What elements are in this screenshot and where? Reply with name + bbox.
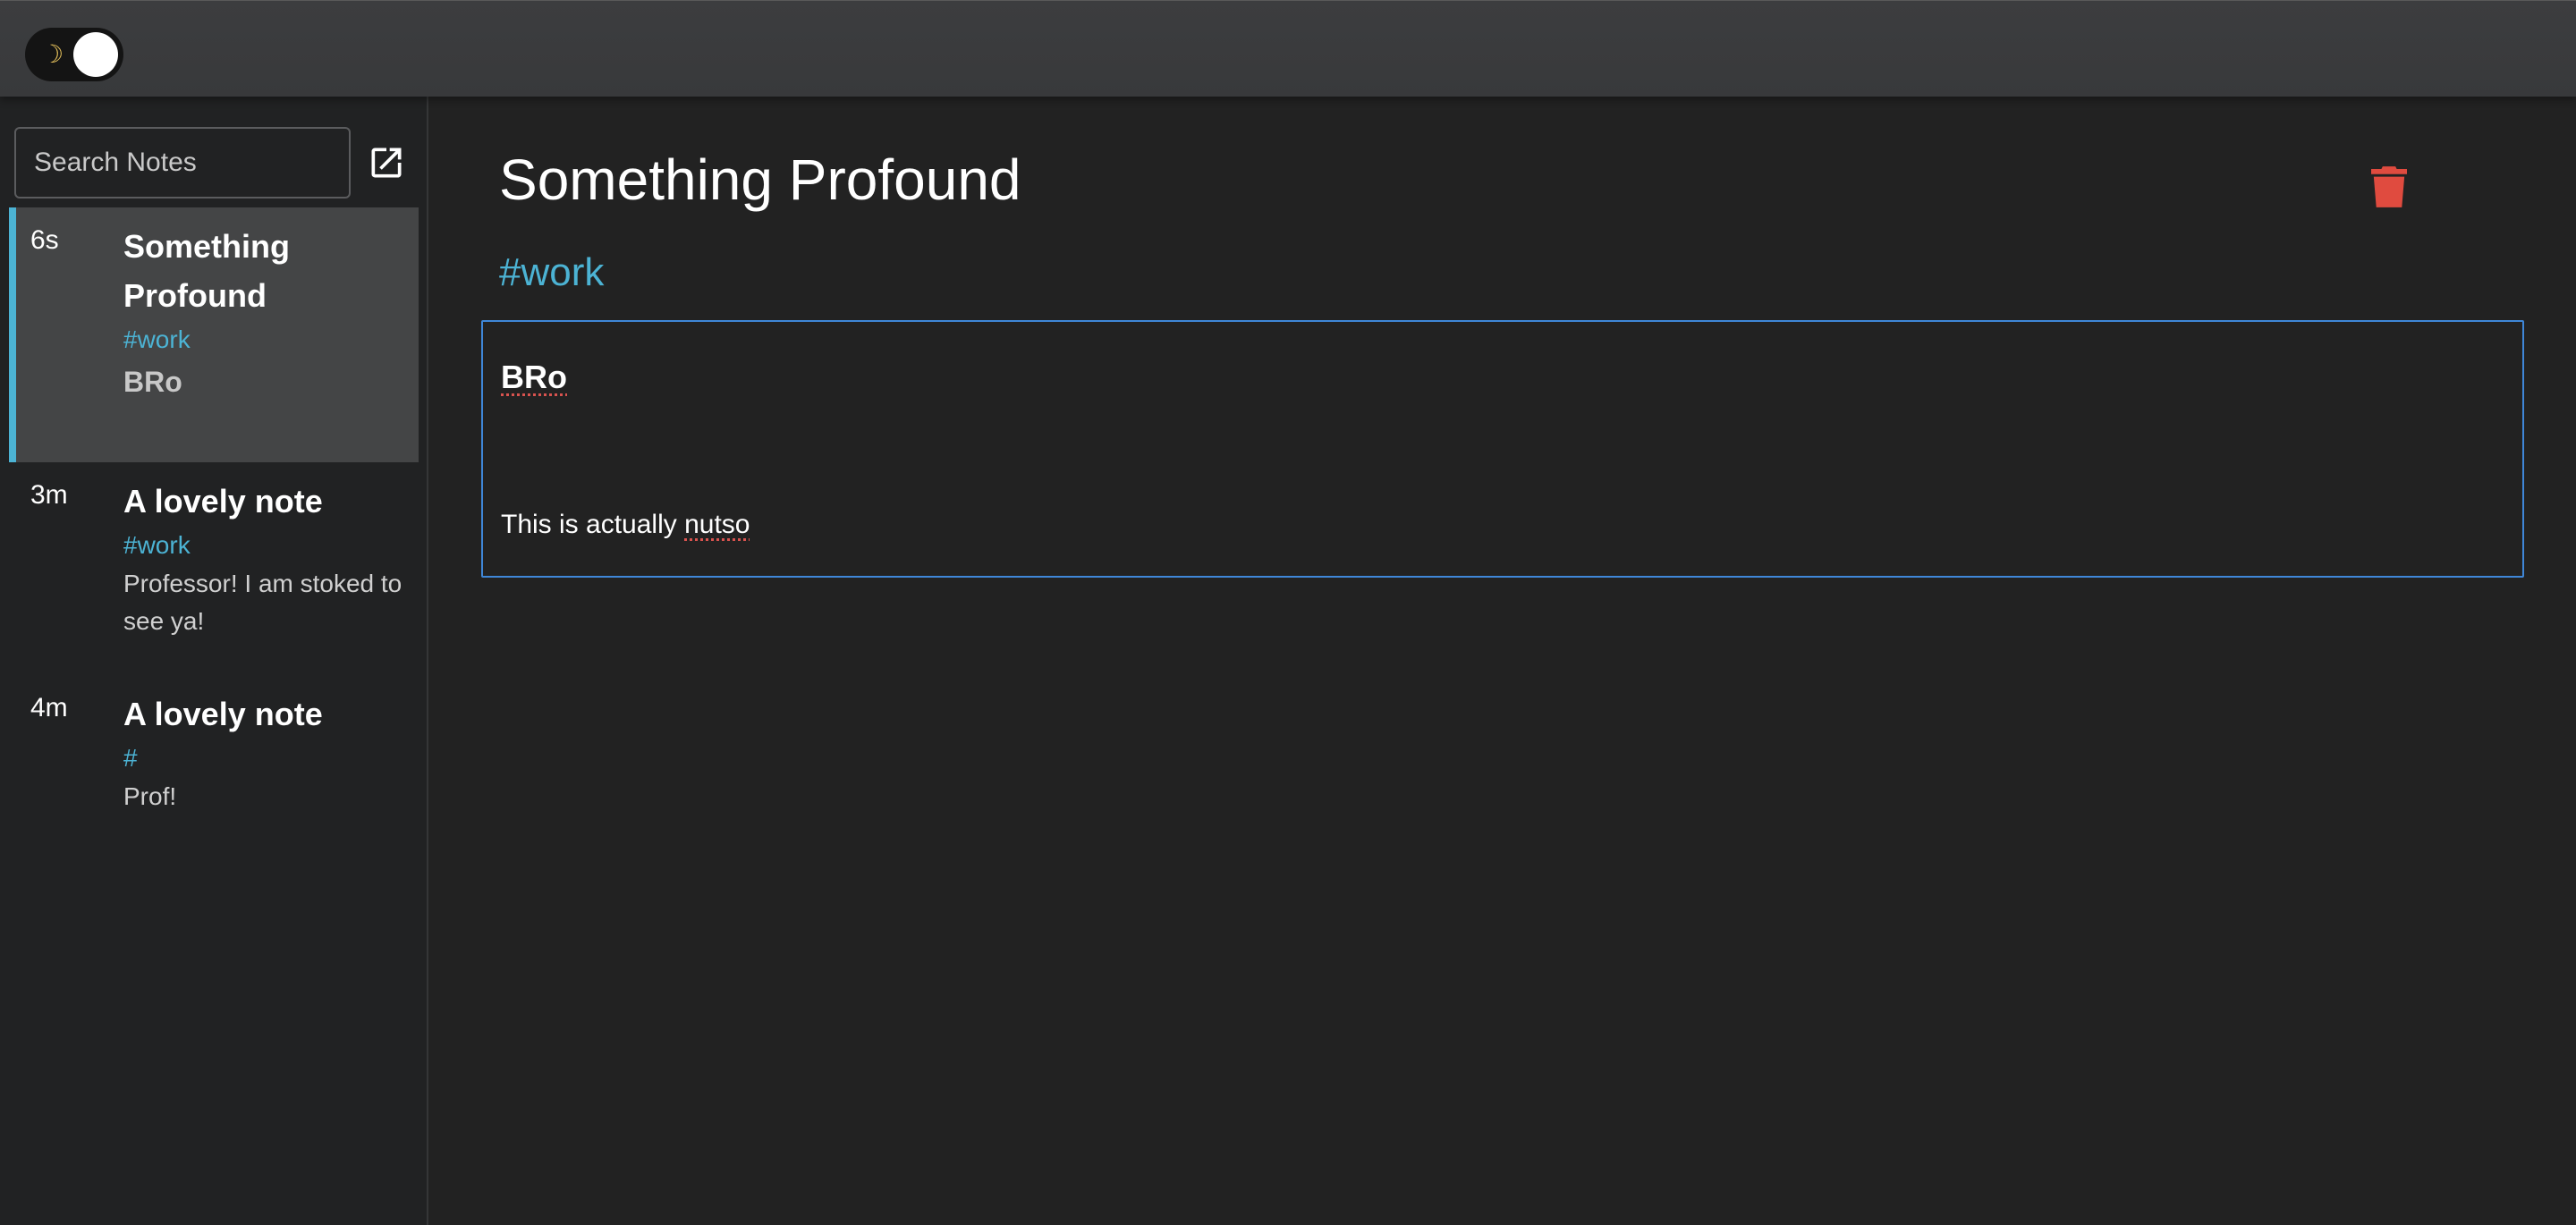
theme-toggle[interactable]: ☽ [25, 28, 123, 81]
note-time: 4m [30, 693, 68, 722]
note-list: 6s Something Profound #work BRo 3m A lov… [9, 207, 419, 854]
note-tag-field[interactable]: #work [499, 250, 604, 295]
moon-icon: ☽ [41, 39, 64, 69]
search-input[interactable] [14, 127, 351, 199]
content-paragraph: This is actually nutso [501, 510, 750, 540]
new-note-button[interactable] [367, 143, 406, 182]
open-in-new-icon [371, 148, 402, 178]
misspelled-word: nutso [684, 510, 750, 539]
note-list-item[interactable]: 3m A lovely note #work Professor! I am s… [9, 462, 419, 675]
notes-app: ☽ 6s Something Profound #work BRo [0, 0, 2576, 1225]
note-preview: Professor! I am stoked to see ya! [123, 570, 402, 635]
trash-icon [2371, 166, 2407, 207]
note-title: Something Profound [123, 228, 290, 314]
note-title: A lovely note [123, 696, 323, 732]
note-editor: Something Profound #work BRo This is act… [430, 97, 2576, 1225]
toggle-knob [73, 32, 118, 77]
note-title-field[interactable]: Something Profound [499, 147, 1021, 213]
note-content-editor[interactable]: BRo This is actually nutso [481, 320, 2524, 578]
note-tag: #work [123, 325, 191, 353]
search-row [14, 127, 408, 199]
note-tag: # [123, 744, 138, 772]
delete-note-button[interactable] [2371, 166, 2407, 207]
content-heading: BRo [501, 356, 2504, 399]
note-tag: #work [123, 531, 191, 559]
misspelled-word: BRo [501, 359, 567, 395]
content-text: This is actually [501, 510, 685, 539]
top-toolbar: ☽ [0, 0, 2576, 97]
note-title: A lovely note [123, 483, 323, 520]
note-preview: Prof! [123, 782, 177, 810]
note-list-item[interactable]: 4m A lovely note # Prof! [9, 675, 419, 854]
note-preview: BRo [123, 366, 182, 398]
note-list-item[interactable]: 6s Something Profound #work BRo [9, 207, 419, 462]
note-time: 6s [30, 225, 59, 255]
note-time: 3m [30, 480, 68, 510]
sidebar: 6s Something Profound #work BRo 3m A lov… [0, 97, 428, 1225]
